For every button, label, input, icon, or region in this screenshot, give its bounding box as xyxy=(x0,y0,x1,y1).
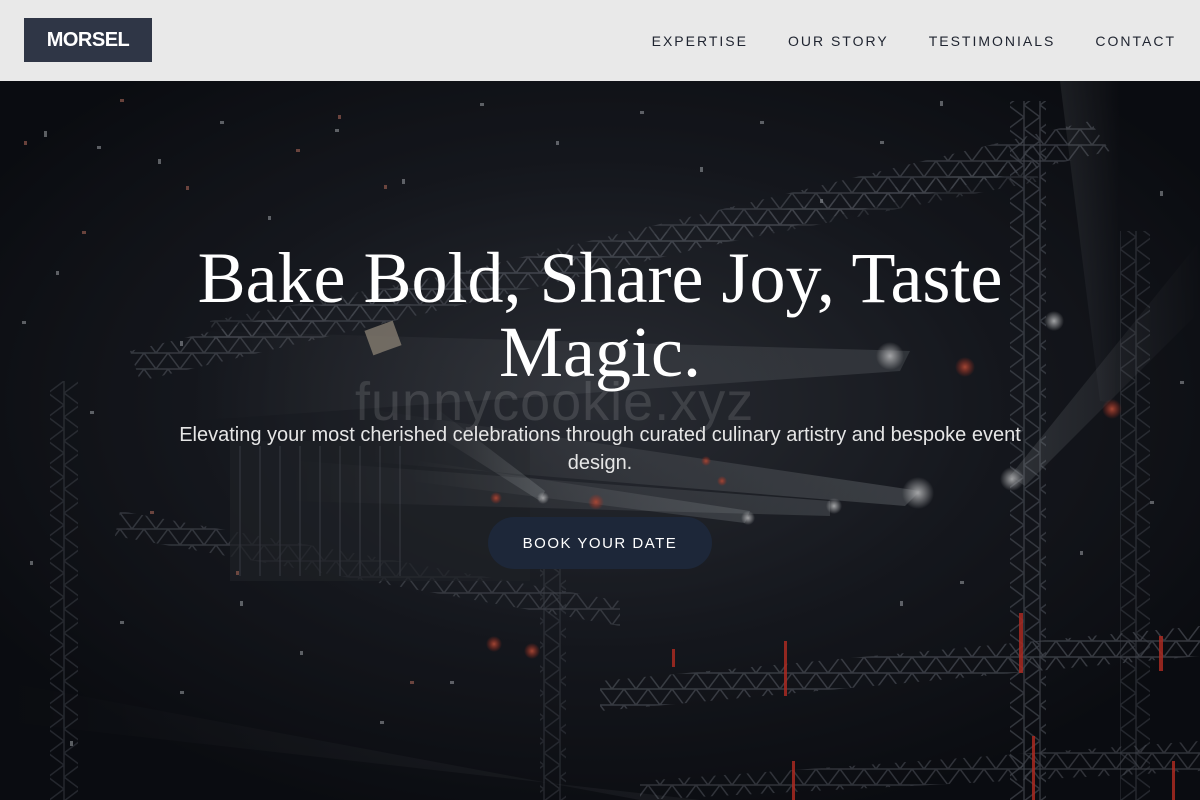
hero-section: funnycookie.xyz Bake Bold, Share Joy, Ta… xyxy=(0,81,1200,800)
nav-link-contact[interactable]: CONTACT xyxy=(1095,33,1176,49)
hero-content: Bake Bold, Share Joy, Taste Magic. Eleva… xyxy=(150,241,1050,569)
nav-link-testimonials[interactable]: TESTIMONIALS xyxy=(929,33,1056,49)
site-header: MORSEL EXPERTISE OUR STORY TESTIMONIALS … xyxy=(0,0,1200,81)
nav-link-our-story[interactable]: OUR STORY xyxy=(788,33,889,49)
main-nav: EXPERTISE OUR STORY TESTIMONIALS CONTACT xyxy=(652,0,1176,81)
book-your-date-button[interactable]: BOOK YOUR DATE xyxy=(488,517,712,569)
hero-title: Bake Bold, Share Joy, Taste Magic. xyxy=(197,238,1003,392)
logo[interactable]: MORSEL xyxy=(24,18,152,62)
nav-link-expertise[interactable]: EXPERTISE xyxy=(652,33,748,49)
hero-subtitle: Elevating your most cherished celebratio… xyxy=(179,424,1021,474)
